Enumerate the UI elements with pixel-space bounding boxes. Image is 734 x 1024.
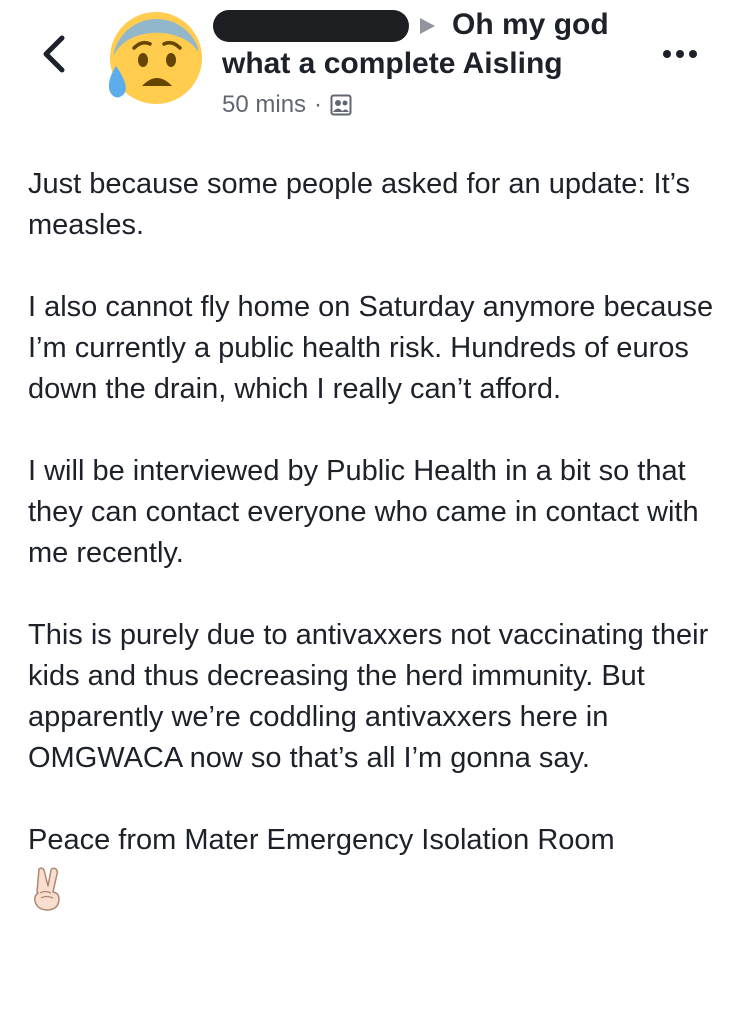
group-name-line1[interactable]: Oh my god xyxy=(452,6,609,44)
post-paragraph: Peace from Mater Emergency Isolation Roo… xyxy=(28,824,615,856)
members-icon xyxy=(330,94,352,116)
group-name-line2[interactable]: what a complete Aisling xyxy=(222,45,563,83)
triangle-right-icon xyxy=(420,18,435,34)
victory-hand-emoji xyxy=(34,867,60,911)
post-paragraph: This is purely due to antivaxxers not va… xyxy=(28,619,709,774)
anxious-face-with-sweat-emoji[interactable] xyxy=(104,8,204,108)
post-timestamp[interactable]: 50 mins xyxy=(222,91,306,119)
post-header: Oh my god what a complete Aisling 50 min… xyxy=(0,0,734,140)
post-meta: 50 mins · xyxy=(222,90,352,120)
post-body: Just because some people asked for an up… xyxy=(28,164,718,911)
post-paragraph: I also cannot fly home on Saturday anymo… xyxy=(28,291,714,405)
chevron-left-icon[interactable] xyxy=(34,30,74,78)
post-paragraph: Just because some people asked for an up… xyxy=(28,168,691,241)
post-paragraph: I will be interviewed by Public Health i… xyxy=(28,455,699,569)
redacted-author-name xyxy=(213,10,409,42)
more-dots-icon[interactable] xyxy=(660,44,700,64)
meta-separator: · xyxy=(314,91,323,118)
